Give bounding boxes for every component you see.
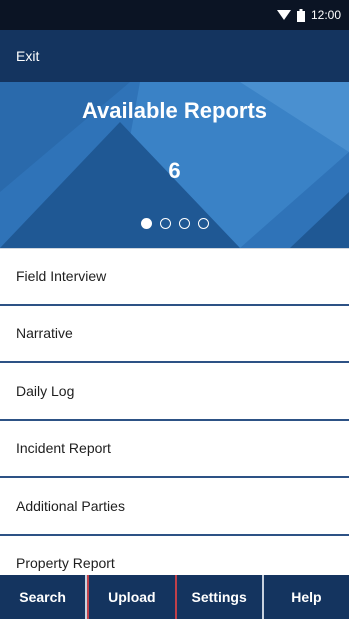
reports-banner: Available Reports 6 [0,82,349,248]
exit-button[interactable]: Exit [16,48,39,64]
list-item-label: Incident Report [16,440,111,457]
upload-button[interactable]: Upload [87,575,177,619]
page-dot[interactable] [197,218,209,229]
list-item-label: Daily Log [16,382,75,399]
list-item[interactable]: Daily Log [0,363,349,421]
report-count: 6 [168,158,181,183]
page-dot[interactable] [178,218,190,229]
list-item-label: Additional Parties [16,497,125,514]
list-item[interactable]: Property Report [0,535,349,575]
settings-button[interactable]: Settings [177,575,264,619]
status-time: 12:00 [310,8,341,22]
bottom-nav: Search Upload Settings Help [0,575,349,619]
top-toolbar: Exit [0,30,349,82]
search-button[interactable]: Search [0,575,88,619]
list-item[interactable]: Additional Parties [0,478,349,536]
list-item[interactable]: Narrative [0,305,349,363]
list-item-label: Field Interview [16,268,107,285]
page-title: Available Reports [81,98,268,123]
wifi-icon [276,10,291,20]
page-indicator [0,218,349,229]
battery-icon [296,8,305,22]
list-item[interactable]: Field Interview [0,248,349,306]
list-item[interactable]: Incident Report [0,420,349,478]
help-button[interactable]: Help [264,575,349,619]
status-bar: 12:00 [0,0,349,30]
report-list[interactable]: Field Interview Narrative Daily Log Inci… [0,248,349,575]
list-item-label: Narrative [16,325,73,342]
list-item-label: Property Report [16,555,115,572]
page-dot[interactable] [159,218,171,229]
page-dot[interactable] [140,218,152,229]
